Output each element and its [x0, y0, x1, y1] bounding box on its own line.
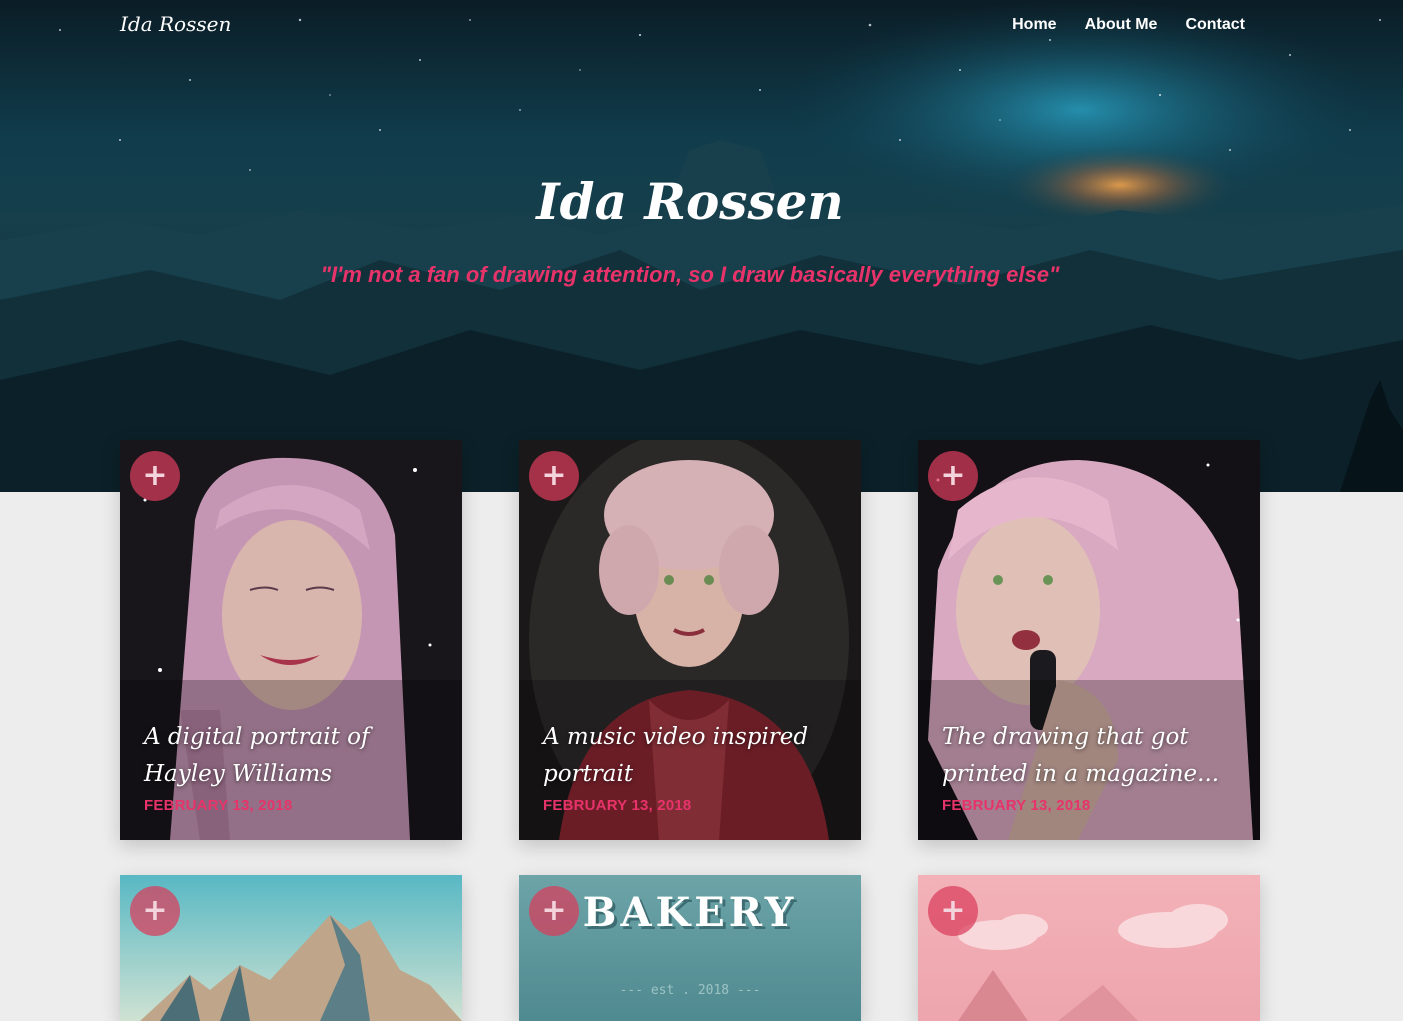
- add-button[interactable]: +: [928, 886, 978, 936]
- post-card[interactable]: +: [918, 875, 1260, 1021]
- plus-icon: +: [142, 458, 168, 493]
- plus-icon: +: [142, 893, 168, 928]
- post-title[interactable]: A digital portrait of Hayley Williams: [144, 719, 442, 793]
- site-brand[interactable]: Ida Rossen: [120, 12, 231, 36]
- post-date: FEBRUARY 13, 2018: [144, 797, 293, 814]
- nav-home-link[interactable]: Home: [1012, 16, 1056, 34]
- post-card-text: A digital portrait of Hayley Williams FE…: [144, 719, 442, 814]
- nav-contact-link[interactable]: Contact: [1185, 16, 1245, 34]
- add-button[interactable]: +: [130, 886, 180, 936]
- post-title[interactable]: A music video inspired portrait: [543, 719, 841, 793]
- hero-banner: Ida Rossen Home About Me Contact Ida Ros…: [0, 0, 1403, 492]
- add-button[interactable]: +: [130, 451, 180, 501]
- bakery-logo-subtext: --- est . 2018 ---: [619, 983, 761, 998]
- post-date: FEBRUARY 13, 2018: [942, 797, 1091, 814]
- main-nav: Home About Me Contact: [1012, 16, 1245, 34]
- post-card[interactable]: +: [120, 875, 462, 1021]
- post-card[interactable]: + The drawing that got printed in a maga…: [918, 440, 1260, 840]
- post-card-text: A music video inspired portrait FEBRUARY…: [543, 719, 841, 814]
- hero-quote: "I'm not a fan of drawing attention, so …: [320, 262, 1060, 287]
- post-card[interactable]: BAKERY --- est . 2018 --- +: [519, 875, 861, 1021]
- plus-icon: +: [940, 893, 966, 928]
- post-card[interactable]: + A digital portrait of Hayley Williams …: [120, 440, 462, 840]
- night-mountain-background: [0, 0, 1403, 492]
- add-button[interactable]: +: [928, 451, 978, 501]
- nav-about-link[interactable]: About Me: [1085, 16, 1158, 34]
- post-card[interactable]: + A music video inspired portrait FEBRUA…: [519, 440, 861, 840]
- post-title[interactable]: The drawing that got printed in a magazi…: [942, 719, 1240, 793]
- plus-icon: +: [541, 893, 567, 928]
- add-button[interactable]: +: [529, 451, 579, 501]
- post-date: FEBRUARY 13, 2018: [543, 797, 692, 814]
- post-card-text: The drawing that got printed in a magazi…: [942, 719, 1240, 814]
- hero-title: Ida Rossen: [536, 172, 844, 231]
- add-button[interactable]: +: [529, 886, 579, 936]
- plus-icon: +: [940, 458, 966, 493]
- plus-icon: +: [541, 458, 567, 493]
